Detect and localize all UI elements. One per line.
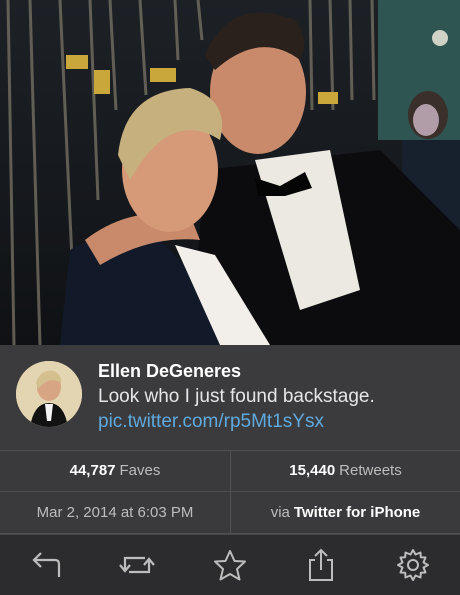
via-prefix: via (270, 504, 290, 521)
reply-button[interactable] (26, 547, 66, 583)
settings-icon (397, 549, 429, 581)
retweet-button[interactable] (117, 547, 157, 583)
via-app[interactable]: Twitter for iPhone (294, 504, 420, 521)
faves-label: Faves (119, 462, 161, 479)
settings-button[interactable] (393, 547, 433, 583)
favorite-button[interactable] (210, 547, 250, 583)
faves-count[interactable]: 44,787 Faves (0, 450, 230, 491)
tweet-source: via Twitter for iPhone (231, 492, 460, 533)
tweet-text: Look who I just found backstage. (98, 386, 375, 407)
tweet-photo[interactable] (0, 0, 460, 345)
share-button[interactable] (301, 547, 341, 583)
retweets-count[interactable]: 15,440 Retweets (231, 450, 460, 491)
tweet-author-name[interactable]: Ellen DeGeneres (98, 361, 241, 382)
faves-number: 44,787 (69, 462, 116, 479)
tweet-date: Mar 2, 2014 at 6:03 PM (0, 492, 230, 533)
share-icon (309, 548, 333, 581)
retweets-label: Retweets (339, 462, 402, 479)
backstage-photo-illustration (6, 0, 460, 345)
tweet-timestamp: Mar 2, 2014 at 6:03 PM (36, 504, 194, 521)
avatar[interactable] (16, 361, 82, 427)
favorite-icon (214, 550, 246, 581)
reply-icon (32, 552, 61, 577)
tweet-media-link[interactable]: pic.twitter.com/rp5Mt1sYsx (98, 411, 324, 433)
tweet-toolbar (0, 534, 460, 595)
avatar-image (16, 361, 82, 427)
retweet-icon (119, 556, 155, 574)
retweets-number: 15,440 (289, 462, 336, 479)
